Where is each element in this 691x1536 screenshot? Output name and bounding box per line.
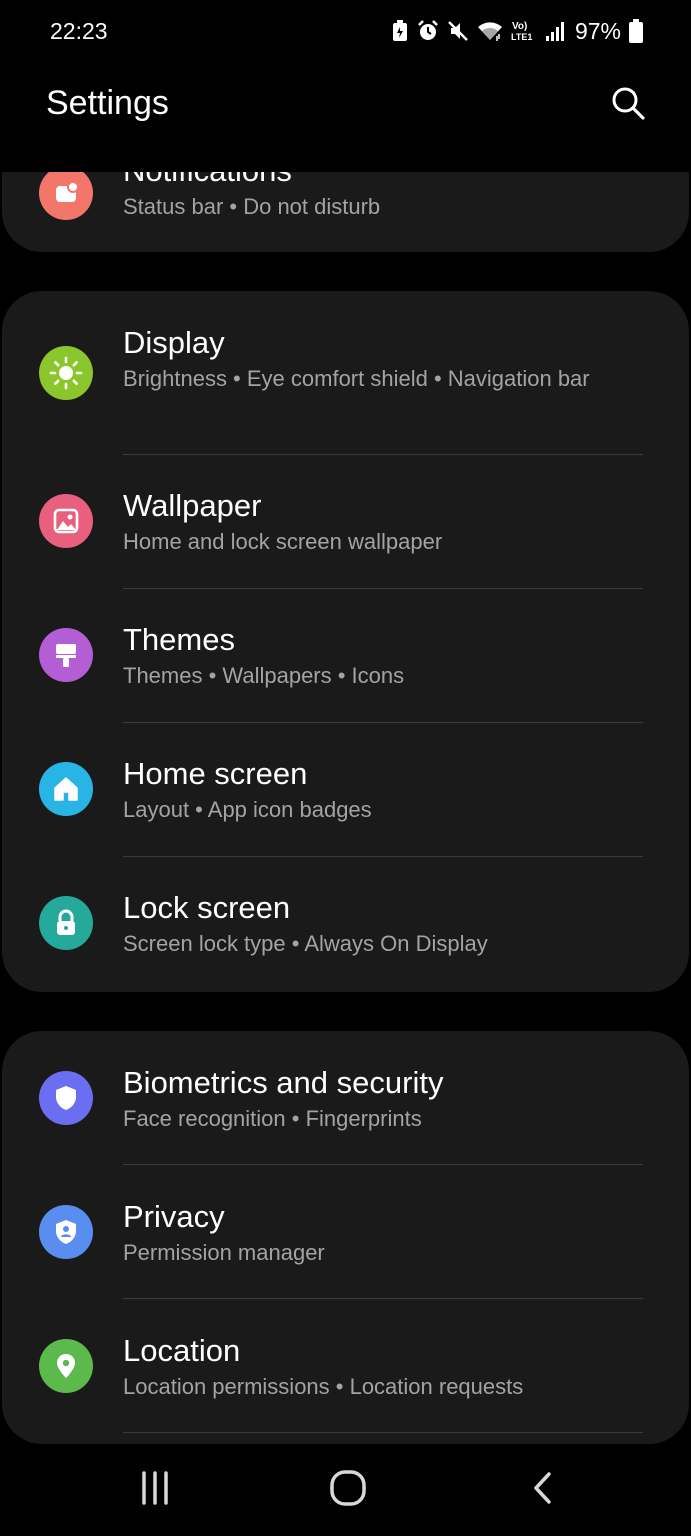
image-icon	[39, 494, 93, 548]
location-pin-icon	[39, 1339, 93, 1393]
item-subtitle: Themes • Wallpapers • Icons	[123, 663, 405, 688]
battery-icon	[629, 19, 643, 43]
item-subtitle: Face recognition • Fingerprints	[123, 1106, 422, 1131]
settings-group-notifications: Notifications Status bar • Do not distur…	[2, 172, 689, 252]
recents-icon	[138, 1470, 172, 1510]
navigation-bar	[0, 1444, 691, 1536]
sun-icon	[39, 346, 93, 400]
item-title: Home screen	[123, 756, 308, 791]
status-time: 22:23	[50, 18, 108, 44]
settings-item-notifications[interactable]: Notifications Status bar • Do not distur…	[2, 172, 689, 252]
battery-saver-icon	[391, 20, 409, 42]
item-subtitle: Location permissions • Location requests	[123, 1374, 524, 1399]
svg-text:LTE1: LTE1	[511, 32, 532, 42]
battery-percentage: 97%	[574, 17, 621, 44]
settings-group-security: Biometrics and security Face recognition…	[2, 1031, 689, 1444]
page-title: Settings	[46, 84, 169, 122]
app-header: Settings	[0, 64, 691, 154]
search-icon	[610, 85, 646, 126]
settings-item-biometrics-and-security[interactable]: Biometrics and security Face recognition…	[2, 1031, 689, 1165]
item-title: Notifications	[123, 172, 645, 190]
status-icons: Vo) LTE1 97%	[391, 16, 643, 46]
signal-icon	[545, 20, 565, 42]
item-title: Themes	[123, 622, 235, 657]
item-subtitle: Permission manager	[123, 1240, 325, 1265]
item-subtitle: Brightness • Eye comfort shield • Naviga…	[123, 366, 590, 391]
item-title: Wallpaper	[123, 488, 262, 523]
home-button-icon	[329, 1469, 367, 1512]
notifications-icon	[39, 172, 93, 220]
status-bar: 22:23 Vo) LTE1 97%	[0, 0, 691, 64]
wifi-icon	[477, 20, 503, 42]
settings-item-lock-screen[interactable]: Lock screen Screen lock type • Always On…	[2, 857, 689, 991]
lock-icon	[39, 896, 93, 950]
home-button[interactable]	[318, 1462, 378, 1518]
item-subtitle: Screen lock type • Always On Display	[123, 931, 488, 956]
mute-icon	[447, 20, 469, 42]
settings-item-themes[interactable]: Themes Themes • Wallpapers • Icons	[2, 589, 689, 723]
privacy-shield-icon	[39, 1205, 93, 1259]
home-icon	[39, 762, 93, 816]
svg-text:Vo): Vo)	[512, 21, 527, 32]
settings-item-display[interactable]: Display Brightness • Eye comfort shield …	[2, 291, 689, 455]
settings-list[interactable]: Notifications Status bar • Do not distur…	[0, 172, 691, 1444]
item-subtitle: Status bar • Do not disturb	[123, 194, 381, 219]
settings-item-location[interactable]: Location Location permissions • Location…	[2, 1299, 689, 1433]
volte-lte-icon: Vo) LTE1	[511, 19, 537, 43]
settings-item-privacy[interactable]: Privacy Permission manager	[2, 1165, 689, 1299]
item-title: Lock screen	[123, 890, 291, 925]
settings-group-display: Display Brightness • Eye comfort shield …	[2, 291, 689, 992]
settings-item-wallpaper[interactable]: Wallpaper Home and lock screen wallpaper	[2, 455, 689, 589]
item-subtitle: Home and lock screen wallpaper	[123, 529, 443, 554]
brush-icon	[39, 628, 93, 682]
item-title: Location	[123, 1333, 241, 1368]
item-subtitle: Layout • App icon badges	[123, 797, 372, 822]
divider	[123, 1432, 643, 1433]
settings-item-home-screen[interactable]: Home screen Layout • App icon badges	[2, 723, 689, 857]
search-button[interactable]	[605, 82, 651, 128]
shield-icon	[39, 1071, 93, 1125]
back-button[interactable]	[512, 1462, 572, 1518]
alarm-icon	[417, 20, 439, 42]
item-title: Biometrics and security	[123, 1065, 444, 1100]
recents-button[interactable]	[125, 1462, 185, 1518]
item-title: Privacy	[123, 1199, 225, 1234]
item-title: Display	[123, 325, 225, 360]
back-icon	[529, 1471, 555, 1510]
